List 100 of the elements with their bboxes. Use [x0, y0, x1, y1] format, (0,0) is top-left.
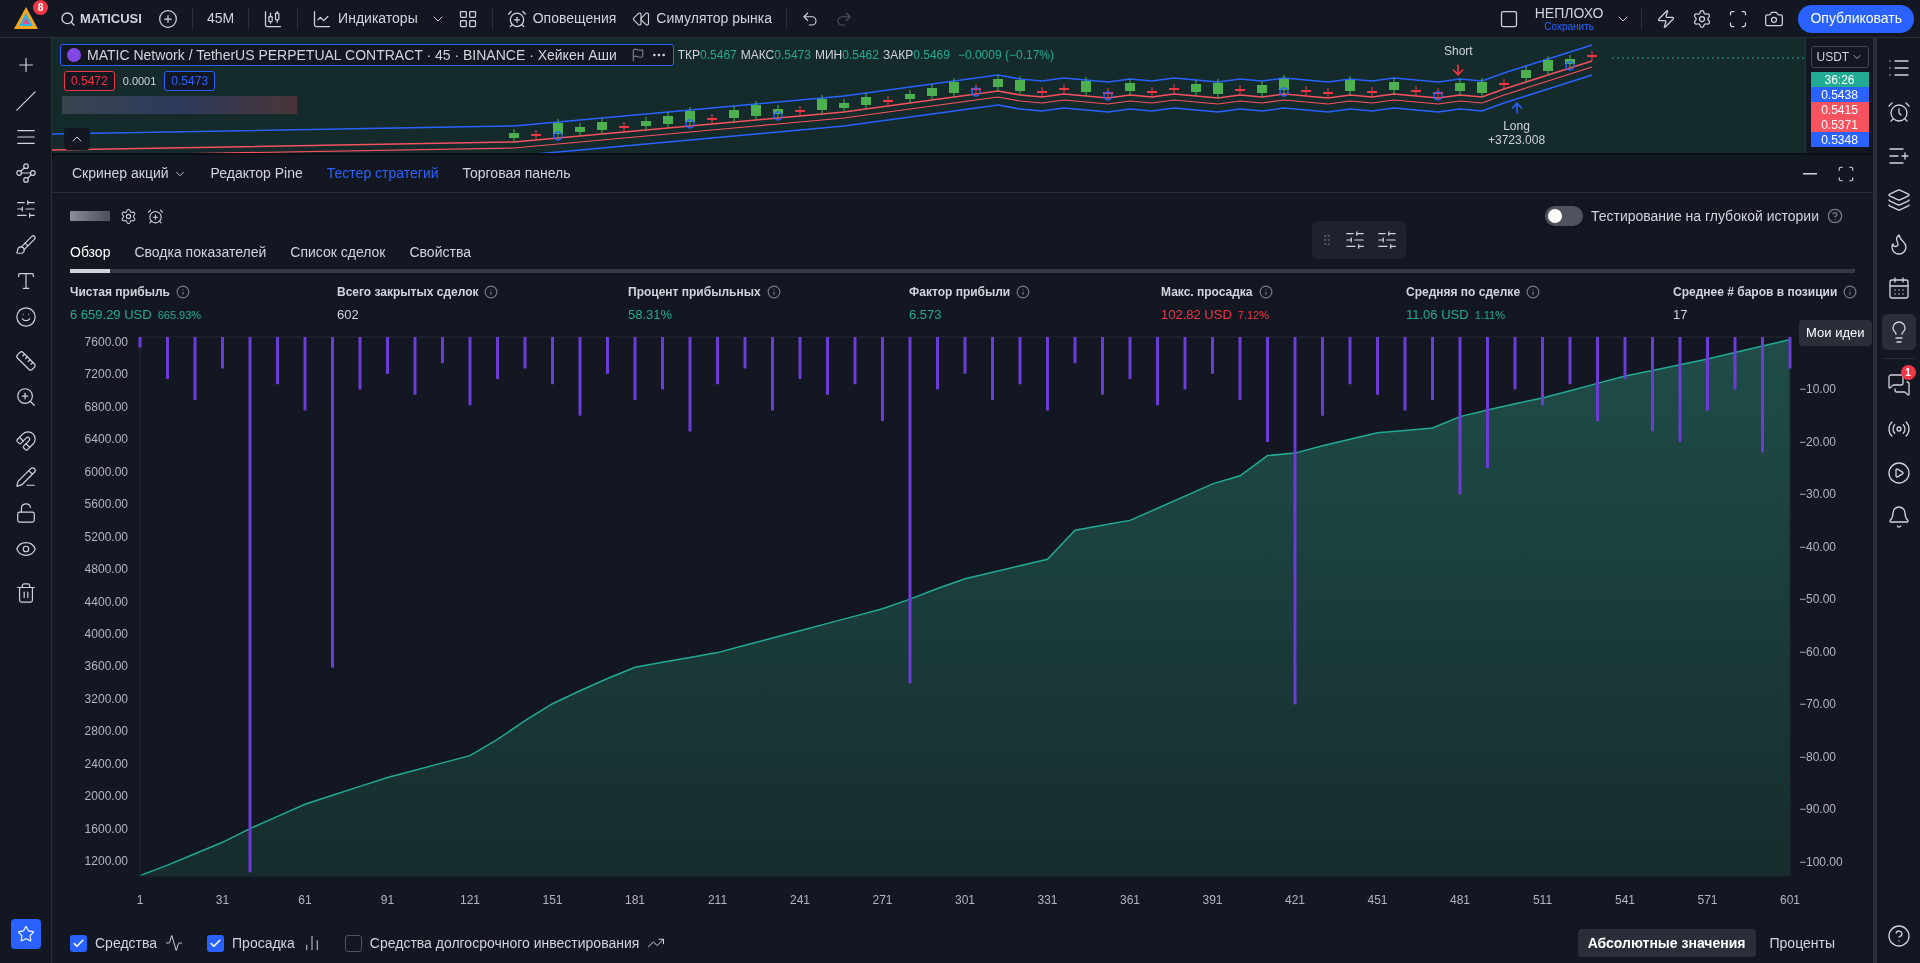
- replay-button[interactable]: Симулятор рынка: [624, 8, 780, 29]
- notification-badge: 8: [33, 0, 48, 15]
- ohlc-label: МАКС: [740, 47, 775, 64]
- y-axis-label: −10.00: [1799, 382, 1837, 397]
- y-axis-label: −80.00: [1799, 749, 1837, 764]
- y-axis-label: −70.00: [1799, 697, 1837, 712]
- metric-value: 58.31%: [628, 306, 673, 325]
- overview-tab[interactable]: Список сделок: [290, 242, 386, 273]
- x-axis-label: 331: [1037, 893, 1058, 907]
- y-axis-label: 5600.00: [84, 497, 128, 512]
- x-axis-label: 31: [215, 893, 230, 907]
- y-axis-label: −90.00: [1799, 802, 1837, 817]
- tooltip: Мои идеи: [1799, 320, 1872, 346]
- y-axis-label: 4800.00: [84, 562, 128, 577]
- x-axis-label: 241: [790, 893, 810, 907]
- y-axis-label: 4000.00: [84, 626, 128, 641]
- legend-label: Средства: [95, 933, 158, 953]
- price-tag: 0.5371: [1810, 117, 1869, 132]
- panel-tab[interactable]: Торговая панель: [454, 158, 579, 189]
- metric-label: Чистая прибыль: [70, 284, 170, 302]
- y-axis-label: 6000.00: [84, 464, 128, 479]
- overview-tab[interactable]: Сводка показателей: [134, 242, 267, 273]
- panel-tab[interactable]: Тестер стратегий: [318, 158, 447, 189]
- value-mode-button[interactable]: Проценты: [1759, 929, 1845, 957]
- y-axis-label: −20.00: [1799, 434, 1837, 449]
- overview-tab[interactable]: Свойства: [409, 242, 471, 273]
- x-axis-label: 421: [1285, 893, 1305, 907]
- metric-value: 11.06 USD: [1406, 306, 1469, 325]
- metric-label: Всего закрытых сделок: [337, 284, 479, 302]
- price-tag: 0.5438: [1810, 87, 1869, 102]
- panel-tab[interactable]: Скринер акций: [64, 158, 195, 189]
- y-axis-label: 3600.00: [84, 659, 128, 674]
- ohlc-value: 0.5473: [774, 47, 811, 64]
- toggle-label: Тестирование на глубокой истории: [1590, 206, 1819, 226]
- x-axis-label: 271: [872, 893, 893, 907]
- y-axis-label: 2400.00: [84, 756, 128, 771]
- symbol-title: MATIC Network / TetherUS PERPETUAL CONTRACT · 45 · BINANCE · Хейкен Аши: [87, 45, 617, 65]
- metric-percent: 7.12%: [1237, 308, 1270, 324]
- x-axis-label: 211: [707, 893, 728, 907]
- x-axis-label: 121: [460, 893, 480, 907]
- y-axis-label: −40.00: [1799, 539, 1837, 554]
- x-axis-label: 541: [1615, 893, 1635, 907]
- x-axis-label: 91: [380, 893, 395, 907]
- metric-label: Средняя по сделке: [1406, 284, 1521, 302]
- buy-price-button[interactable]: 0.5473: [164, 71, 216, 91]
- y-axis-label: −100.00: [1799, 854, 1843, 869]
- currency-dropdown[interactable]: USDT: [1810, 46, 1869, 68]
- y-axis-label: 6800.00: [84, 399, 128, 414]
- x-axis-label: 601: [1780, 893, 1800, 907]
- price-tag: 36:26: [1810, 72, 1869, 87]
- symbol-search-button[interactable]: MATICUSI: [52, 3, 150, 34]
- ohlc-value: 0.5462: [842, 47, 879, 64]
- signal-label: Long: [1503, 120, 1530, 132]
- notification-badge: 1: [1900, 365, 1916, 380]
- metric-label: Макс. просадка: [1161, 284, 1253, 302]
- value-mode-button[interactable]: Абсолютные значения: [1577, 929, 1756, 957]
- metric-value: 6.573: [909, 306, 942, 325]
- y-axis-label: 2000.00: [84, 789, 128, 804]
- x-axis-label: 571: [1697, 893, 1718, 907]
- y-axis-label: 3200.00: [84, 691, 128, 706]
- metric-label: Фактор прибыли: [909, 284, 1011, 302]
- price-change: −0.0009 (−0.17%): [957, 47, 1054, 64]
- overview-tab[interactable]: Обзор: [70, 242, 111, 273]
- ohlc-value: 0.5467: [700, 47, 737, 64]
- indicators-button[interactable]: Индикаторы: [304, 8, 426, 29]
- x-axis-label: 301: [955, 893, 975, 907]
- ohlc-label: ТКР: [677, 47, 701, 64]
- publish-button[interactable]: Опубликовать: [1798, 4, 1914, 33]
- y-axis-label: 6400.00: [84, 432, 128, 447]
- panel-tab[interactable]: Редактор Pine: [202, 158, 311, 189]
- signal-profit: +3723.008: [1488, 134, 1546, 146]
- y-axis-label: 7200.00: [84, 367, 128, 382]
- y-axis-label: 7600.00: [84, 335, 128, 350]
- y-axis-label: 1600.00: [84, 821, 128, 836]
- interval-button[interactable]: 45M: [198, 8, 243, 29]
- sell-price-button[interactable]: 0.5472: [64, 71, 115, 91]
- metric-label: Процент прибыльных: [628, 284, 761, 302]
- y-axis-label: −50.00: [1799, 592, 1837, 607]
- x-axis-label: 61: [298, 893, 312, 907]
- y-axis-label: 2800.00: [84, 724, 128, 739]
- metric-value: 102.82 USD: [1161, 306, 1232, 325]
- y-axis-label: 4400.00: [84, 594, 128, 609]
- y-axis-label: −60.00: [1799, 644, 1837, 659]
- spread-value: 0.0001: [122, 73, 157, 89]
- save-link[interactable]: Сохранить: [1544, 21, 1594, 32]
- ohlc-label: МИН: [814, 47, 843, 64]
- signal-label: Short: [1444, 43, 1473, 60]
- alerts-button[interactable]: Оповещения: [498, 8, 625, 29]
- layout-name[interactable]: НЕПЛОХО: [1534, 5, 1604, 20]
- y-axis-label: 1200.00: [84, 854, 128, 868]
- legend-label: Просадка: [232, 933, 295, 953]
- price-tag: 0.5348: [1810, 132, 1869, 147]
- symbol-legend[interactable]: MATIC Network / TetherUS PERPETUAL CONTRACT · 45 · BINANCE · Хейкен Аши: [60, 44, 674, 66]
- metric-value: 602: [337, 306, 359, 325]
- ohlc-value: 0.5469: [913, 47, 950, 64]
- metric-percent: 665.93%: [157, 308, 202, 324]
- chat-button[interactable]: 1: [1881, 367, 1916, 403]
- ohlc-label: ЗАКР: [882, 47, 914, 64]
- legend-label: Средства долгосрочного инвестирования: [369, 933, 640, 953]
- x-axis-label: 481: [1450, 893, 1470, 907]
